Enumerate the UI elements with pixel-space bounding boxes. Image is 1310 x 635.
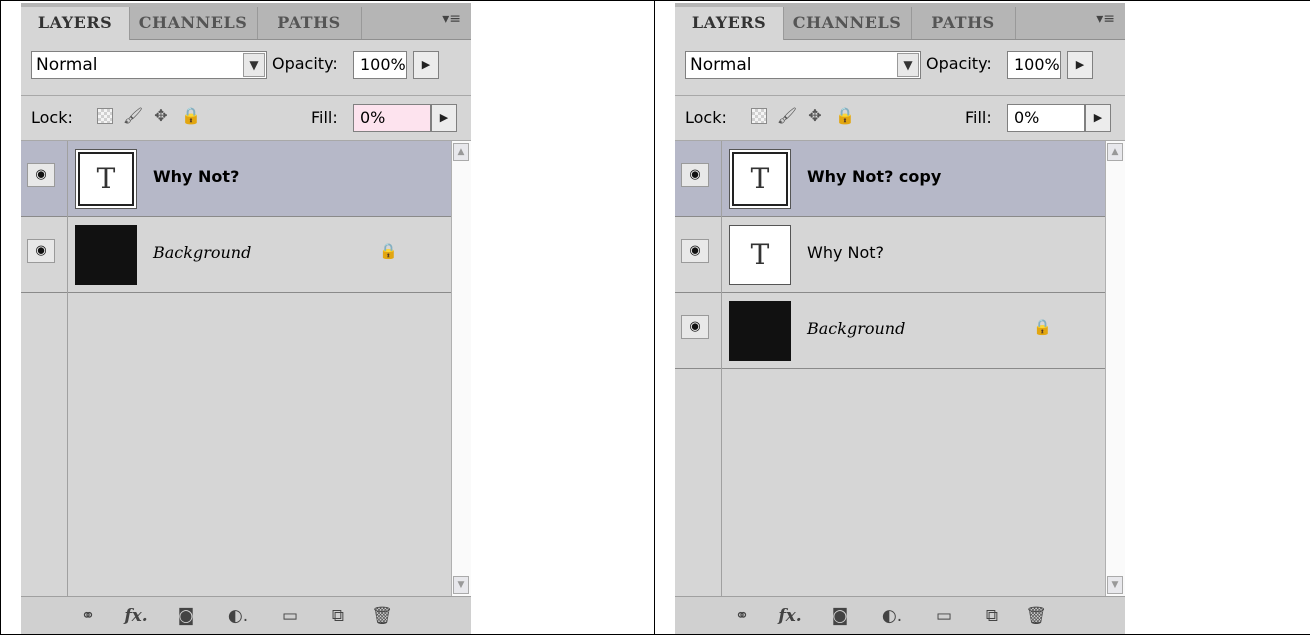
tab-layers[interactable]: LAYERS bbox=[675, 7, 784, 40]
fill-label: Fill: bbox=[965, 108, 992, 127]
divider bbox=[675, 95, 1125, 96]
eye-icon[interactable]: ◉ bbox=[27, 163, 55, 187]
scroll-down-icon[interactable]: ▼ bbox=[453, 576, 469, 594]
text-layer-thumbnail: T bbox=[75, 149, 137, 209]
lock-transparent-pixels-icon[interactable] bbox=[747, 104, 771, 128]
opacity-field[interactable]: 100% bbox=[353, 51, 407, 79]
text-layer-thumbnail: T bbox=[729, 225, 791, 285]
adjustment-layer-icon[interactable]: ◐. bbox=[225, 605, 251, 627]
opacity-label: Opacity: bbox=[272, 54, 338, 73]
layer-row[interactable]: ◉ Background 🔒 bbox=[675, 293, 1105, 369]
lock-position-icon[interactable]: ✥ bbox=[149, 104, 173, 128]
opacity-label: Opacity: bbox=[926, 54, 992, 73]
link-layers-icon[interactable]: ⚭ bbox=[729, 605, 755, 627]
background-thumbnail bbox=[729, 301, 791, 361]
tab-channels[interactable]: CHANNELS bbox=[783, 7, 912, 39]
lock-all-icon[interactable]: 🔒 bbox=[833, 104, 857, 128]
delete-layer-icon[interactable]: 🗑 bbox=[369, 605, 395, 627]
layer-row[interactable]: ◉ T Why Not? copy bbox=[675, 141, 1105, 217]
layer-name: Why Not? copy bbox=[807, 167, 942, 186]
layers-panel: LAYERS CHANNELS PATHS ▾≡ Normal ▼ Opacit… bbox=[675, 3, 1125, 634]
layer-name: Background bbox=[807, 319, 906, 338]
eye-icon[interactable]: ◉ bbox=[681, 163, 709, 187]
panel-tab-bar: LAYERS CHANNELS PATHS ▾≡ bbox=[675, 3, 1125, 40]
tab-paths[interactable]: PATHS bbox=[257, 7, 362, 39]
eye-column-divider bbox=[721, 141, 722, 596]
layers-scrollbar[interactable]: ▲ ▼ bbox=[1105, 141, 1125, 596]
lock-position-icon[interactable]: ✥ bbox=[803, 104, 827, 128]
link-layers-icon[interactable]: ⚭ bbox=[75, 605, 101, 627]
layers-bottom-toolbar: ⚭ fx. ◙ ◐. ▭ ⧉ 🗑 bbox=[675, 596, 1125, 634]
lock-icon: 🔒 bbox=[379, 242, 398, 260]
lock-image-pixels-icon[interactable]: 🖌 bbox=[121, 104, 145, 128]
lock-label: Lock: bbox=[685, 108, 727, 127]
scroll-up-icon[interactable]: ▲ bbox=[1107, 143, 1123, 161]
new-group-icon[interactable]: ▭ bbox=[931, 605, 957, 627]
tab-channels[interactable]: CHANNELS bbox=[129, 7, 258, 39]
blend-mode-select[interactable]: Normal ▼ bbox=[685, 51, 921, 79]
add-mask-icon[interactable]: ◙ bbox=[173, 605, 199, 627]
add-mask-icon[interactable]: ◙ bbox=[827, 605, 853, 627]
layer-row[interactable]: ◉ T Why Not? bbox=[21, 141, 451, 217]
fill-field[interactable]: 0% bbox=[1007, 104, 1085, 132]
lock-image-pixels-icon[interactable]: 🖌 bbox=[775, 104, 799, 128]
scroll-up-icon[interactable]: ▲ bbox=[453, 143, 469, 161]
eye-icon[interactable]: ◉ bbox=[681, 315, 709, 339]
new-layer-icon[interactable]: ⧉ bbox=[325, 605, 351, 627]
eye-column-divider bbox=[67, 141, 68, 596]
layer-name: Why Not? bbox=[807, 243, 885, 262]
fill-label: Fill: bbox=[311, 108, 338, 127]
scroll-down-icon[interactable]: ▼ bbox=[1107, 576, 1123, 594]
eye-icon[interactable]: ◉ bbox=[681, 239, 709, 263]
chevron-down-icon[interactable]: ▼ bbox=[243, 53, 265, 77]
fx-icon[interactable]: fx. bbox=[123, 605, 149, 627]
blend-mode-value: Normal bbox=[690, 55, 752, 75]
layer-row[interactable]: ◉ T Why Not? bbox=[675, 217, 1105, 293]
lock-all-icon[interactable]: 🔒 bbox=[179, 104, 203, 128]
layers-list: ◉ T Why Not? ◉ Background 🔒 bbox=[21, 141, 451, 596]
layers-list: ◉ T Why Not? copy ◉ T Why Not? ◉ Backgro… bbox=[675, 141, 1105, 596]
opacity-slider-button[interactable]: ▶ bbox=[413, 51, 439, 79]
layer-name: Why Not? bbox=[153, 167, 240, 186]
opacity-field[interactable]: 100% bbox=[1007, 51, 1061, 79]
lock-icon: 🔒 bbox=[1033, 318, 1052, 336]
delete-layer-icon[interactable]: 🗑 bbox=[1023, 605, 1049, 627]
panel-tab-bar: LAYERS CHANNELS PATHS ▾≡ bbox=[21, 3, 471, 40]
divider bbox=[21, 95, 471, 96]
right-screenshot-frame: LAYERS CHANNELS PATHS ▾≡ Normal ▼ Opacit… bbox=[654, 0, 1310, 635]
layers-bottom-toolbar: ⚭ fx. ◙ ◐. ▭ ⧉ 🗑 bbox=[21, 596, 471, 634]
left-screenshot-frame: LAYERS CHANNELS PATHS ▾≡ Normal ▼ Opacit… bbox=[0, 0, 655, 635]
layer-name: Background bbox=[153, 243, 252, 262]
layers-scrollbar[interactable]: ▲ ▼ bbox=[451, 141, 471, 596]
lock-label: Lock: bbox=[31, 108, 73, 127]
fill-slider-button[interactable]: ▶ bbox=[431, 104, 457, 132]
chevron-down-icon[interactable]: ▼ bbox=[897, 53, 919, 77]
text-layer-thumbnail: T bbox=[729, 149, 791, 209]
background-thumbnail bbox=[75, 225, 137, 285]
panel-menu-icon[interactable]: ▾≡ bbox=[442, 11, 461, 27]
eye-icon[interactable]: ◉ bbox=[27, 239, 55, 263]
blend-mode-value: Normal bbox=[36, 55, 98, 75]
layer-row[interactable]: ◉ Background 🔒 bbox=[21, 217, 451, 293]
opacity-slider-button[interactable]: ▶ bbox=[1067, 51, 1093, 79]
panel-menu-icon[interactable]: ▾≡ bbox=[1096, 11, 1115, 27]
layers-panel: LAYERS CHANNELS PATHS ▾≡ Normal ▼ Opacit… bbox=[21, 3, 471, 634]
fill-slider-button[interactable]: ▶ bbox=[1085, 104, 1111, 132]
blend-mode-select[interactable]: Normal ▼ bbox=[31, 51, 267, 79]
adjustment-layer-icon[interactable]: ◐. bbox=[879, 605, 905, 627]
fx-icon[interactable]: fx. bbox=[777, 605, 803, 627]
new-layer-icon[interactable]: ⧉ bbox=[979, 605, 1005, 627]
tab-paths[interactable]: PATHS bbox=[911, 7, 1016, 39]
tab-layers[interactable]: LAYERS bbox=[21, 7, 130, 40]
lock-transparent-pixels-icon[interactable] bbox=[93, 104, 117, 128]
fill-field[interactable]: 0% bbox=[353, 104, 431, 132]
new-group-icon[interactable]: ▭ bbox=[277, 605, 303, 627]
